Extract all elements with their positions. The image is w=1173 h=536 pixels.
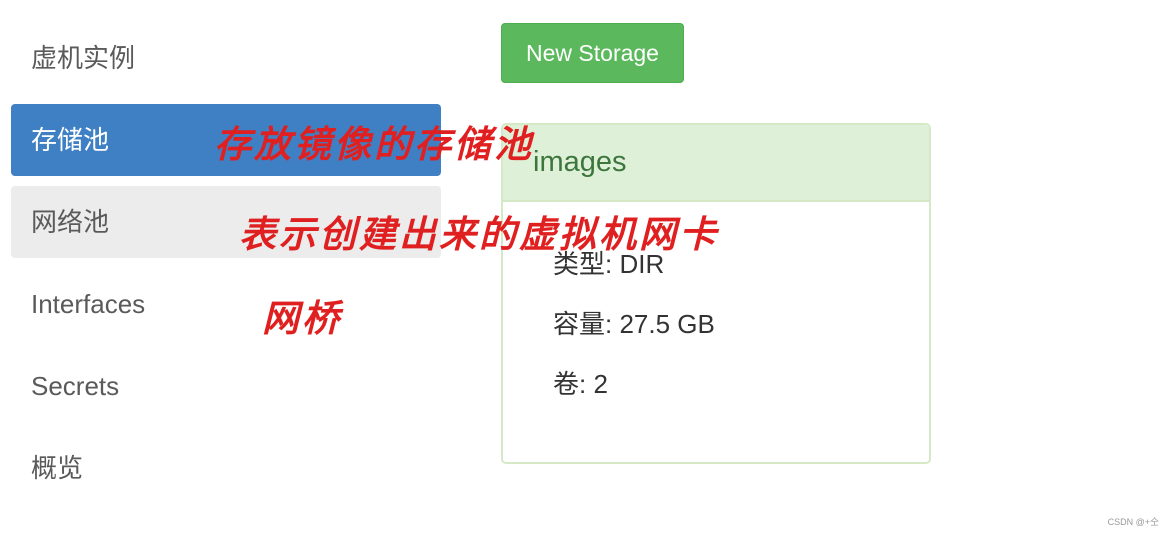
sidebar-item-label: 概览 xyxy=(31,453,84,483)
annotation-network-pool: 表示创建出来的虚拟机网卡 xyxy=(239,212,719,256)
sidebar-item-label: 存储池 xyxy=(31,125,110,155)
sidebar-item-label: Interfaces xyxy=(31,289,146,319)
new-storage-button-label: New Storage xyxy=(526,39,659,66)
sidebar-item-interfaces[interactable]: Interfaces xyxy=(11,268,441,340)
storage-pool-title[interactable]: images xyxy=(503,125,929,202)
sidebar-item-label: 网络池 xyxy=(31,207,110,237)
sidebar-item-label: Secrets xyxy=(31,371,120,401)
new-storage-button[interactable]: New Storage xyxy=(501,23,684,83)
sidebar-item-label: 虚机实例 xyxy=(31,43,136,73)
annotation-storage-pool: 存放镜像的存储池 xyxy=(214,122,534,166)
storage-pool-capacity: 容量: 27.5 GB xyxy=(553,309,715,339)
sidebar-nav: 虚机实例 存储池 网络池 Interfaces Secrets 概览 xyxy=(11,22,441,514)
annotation-interfaces: 网桥 xyxy=(262,296,342,340)
storage-pool-panel[interactable]: images 类型: DIR 容量: 27.5 GB 卷: 2 xyxy=(501,123,931,464)
page: 虚机实例 存储池 网络池 Interfaces Secrets 概览 New S… xyxy=(0,0,1173,536)
sidebar-item-overview[interactable]: 概览 xyxy=(11,432,441,504)
storage-pool-volumes: 卷: 2 xyxy=(553,369,608,399)
sidebar-item-secrets[interactable]: Secrets xyxy=(11,350,441,422)
watermark: CSDN @+仝 xyxy=(1107,517,1159,527)
sidebar-item-vm-instances[interactable]: 虚机实例 xyxy=(11,22,441,94)
